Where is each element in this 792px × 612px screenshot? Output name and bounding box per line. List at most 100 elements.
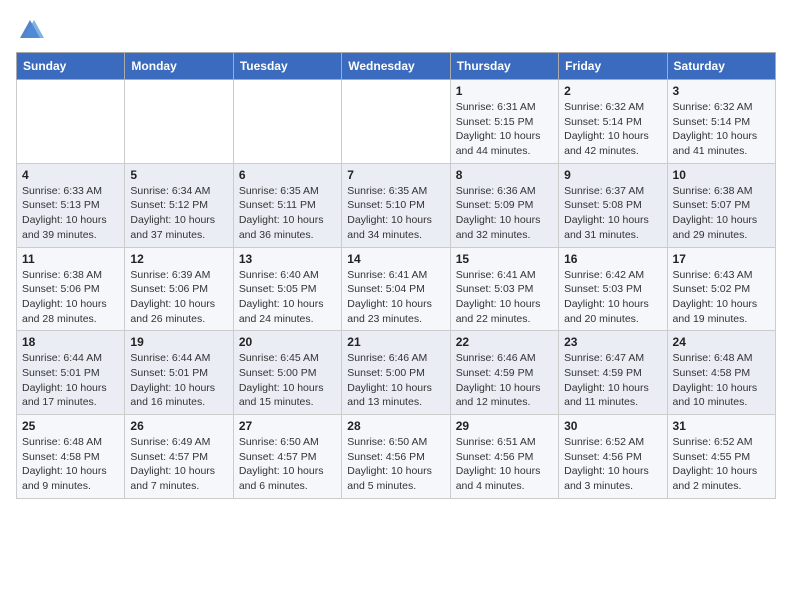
day-header-tuesday: Tuesday bbox=[233, 53, 341, 80]
calendar-cell: 4 Sunrise: 6:33 AM Sunset: 5:13 PM Daylig… bbox=[17, 163, 125, 247]
calendar-cell: 18Sunrise: 6:44 AM Sunset: 5:01 PM Dayli… bbox=[17, 331, 125, 415]
calendar-table: SundayMondayTuesdayWednesdayThursdayFrid… bbox=[16, 52, 776, 499]
day-number: 24 bbox=[673, 335, 770, 349]
calendar-cell: 28 Sunrise: 6:50 AM Sunset: 4:56 PM Dayli… bbox=[342, 415, 450, 499]
calendar-cell: 14Sunrise: 6:41 AM Sunset: 5:04 PM Dayli… bbox=[342, 247, 450, 331]
calendar-cell bbox=[125, 80, 233, 164]
day-info: Sunrise: 6:42 AM Sunset: 5:03 PM Dayligh… bbox=[564, 268, 661, 327]
day-header-thursday: Thursday bbox=[450, 53, 558, 80]
day-header-monday: Monday bbox=[125, 53, 233, 80]
page-header bbox=[16, 16, 776, 44]
day-header-friday: Friday bbox=[559, 53, 667, 80]
calendar-cell: 7 Sunrise: 6:35 AM Sunset: 5:10 PM Daylig… bbox=[342, 163, 450, 247]
day-header-wednesday: Wednesday bbox=[342, 53, 450, 80]
calendar-week-row: 18Sunrise: 6:44 AM Sunset: 5:01 PM Dayli… bbox=[17, 331, 776, 415]
calendar-cell: 9 Sunrise: 6:37 AM Sunset: 5:08 PM Daylig… bbox=[559, 163, 667, 247]
day-number: 2 bbox=[564, 84, 661, 98]
calendar-cell: 27 Sunrise: 6:50 AM Sunset: 4:57 PM Dayli… bbox=[233, 415, 341, 499]
day-number: 28 bbox=[347, 419, 444, 433]
day-number: 12 bbox=[130, 252, 227, 266]
calendar-cell: 29 Sunrise: 6:51 AM Sunset: 4:56 PM Dayli… bbox=[450, 415, 558, 499]
day-info: Sunrise: 6:38 AM Sunset: 5:06 PM Dayligh… bbox=[22, 268, 119, 327]
calendar-week-row: 25 Sunrise: 6:48 AM Sunset: 4:58 PM Dayli… bbox=[17, 415, 776, 499]
day-info: Sunrise: 6:41 AM Sunset: 5:03 PM Dayligh… bbox=[456, 268, 553, 327]
day-info: Sunrise: 6:48 AM Sunset: 4:58 PM Dayligh… bbox=[22, 435, 119, 494]
day-info: Sunrise: 6:51 AM Sunset: 4:56 PM Dayligh… bbox=[456, 435, 553, 494]
day-info: Sunrise: 6:34 AM Sunset: 5:12 PM Dayligh… bbox=[130, 184, 227, 243]
day-info: Sunrise: 6:35 AM Sunset: 5:10 PM Dayligh… bbox=[347, 184, 444, 243]
day-info: Sunrise: 6:32 AM Sunset: 5:14 PM Dayligh… bbox=[673, 100, 770, 159]
calendar-cell: 24Sunrise: 6:48 AM Sunset: 4:58 PM Dayli… bbox=[667, 331, 775, 415]
day-number: 11 bbox=[22, 252, 119, 266]
day-info: Sunrise: 6:44 AM Sunset: 5:01 PM Dayligh… bbox=[22, 351, 119, 410]
day-info: Sunrise: 6:39 AM Sunset: 5:06 PM Dayligh… bbox=[130, 268, 227, 327]
day-number: 23 bbox=[564, 335, 661, 349]
day-info: Sunrise: 6:31 AM Sunset: 5:15 PM Dayligh… bbox=[456, 100, 553, 159]
day-info: Sunrise: 6:35 AM Sunset: 5:11 PM Dayligh… bbox=[239, 184, 336, 243]
calendar-cell: 16Sunrise: 6:42 AM Sunset: 5:03 PM Dayli… bbox=[559, 247, 667, 331]
calendar-cell: 2 Sunrise: 6:32 AM Sunset: 5:14 PM Daylig… bbox=[559, 80, 667, 164]
day-info: Sunrise: 6:49 AM Sunset: 4:57 PM Dayligh… bbox=[130, 435, 227, 494]
day-header-saturday: Saturday bbox=[667, 53, 775, 80]
calendar-cell: 23 Sunrise: 6:47 AM Sunset: 4:59 PM Dayli… bbox=[559, 331, 667, 415]
day-number: 29 bbox=[456, 419, 553, 433]
day-number: 20 bbox=[239, 335, 336, 349]
day-number: 9 bbox=[564, 168, 661, 182]
day-info: Sunrise: 6:46 AM Sunset: 4:59 PM Dayligh… bbox=[456, 351, 553, 410]
day-number: 15 bbox=[456, 252, 553, 266]
day-info: Sunrise: 6:43 AM Sunset: 5:02 PM Dayligh… bbox=[673, 268, 770, 327]
day-info: Sunrise: 6:44 AM Sunset: 5:01 PM Dayligh… bbox=[130, 351, 227, 410]
day-info: Sunrise: 6:32 AM Sunset: 5:14 PM Dayligh… bbox=[564, 100, 661, 159]
day-info: Sunrise: 6:52 AM Sunset: 4:55 PM Dayligh… bbox=[673, 435, 770, 494]
day-info: Sunrise: 6:40 AM Sunset: 5:05 PM Dayligh… bbox=[239, 268, 336, 327]
day-info: Sunrise: 6:50 AM Sunset: 4:56 PM Dayligh… bbox=[347, 435, 444, 494]
calendar-cell: 5Sunrise: 6:34 AM Sunset: 5:12 PM Daylig… bbox=[125, 163, 233, 247]
calendar-week-row: 11 Sunrise: 6:38 AM Sunset: 5:06 PM Dayli… bbox=[17, 247, 776, 331]
calendar-week-row: 1 Sunrise: 6:31 AM Sunset: 5:15 PM Daylig… bbox=[17, 80, 776, 164]
calendar-cell: 13 Sunrise: 6:40 AM Sunset: 5:05 PM Dayli… bbox=[233, 247, 341, 331]
day-info: Sunrise: 6:47 AM Sunset: 4:59 PM Dayligh… bbox=[564, 351, 661, 410]
calendar-cell: 10Sunrise: 6:38 AM Sunset: 5:07 PM Dayli… bbox=[667, 163, 775, 247]
day-info: Sunrise: 6:36 AM Sunset: 5:09 PM Dayligh… bbox=[456, 184, 553, 243]
day-number: 8 bbox=[456, 168, 553, 182]
day-number: 14 bbox=[347, 252, 444, 266]
calendar-cell bbox=[233, 80, 341, 164]
day-info: Sunrise: 6:37 AM Sunset: 5:08 PM Dayligh… bbox=[564, 184, 661, 243]
day-number: 17 bbox=[673, 252, 770, 266]
calendar-body: 1 Sunrise: 6:31 AM Sunset: 5:15 PM Daylig… bbox=[17, 80, 776, 499]
calendar-cell: 22 Sunrise: 6:46 AM Sunset: 4:59 PM Dayli… bbox=[450, 331, 558, 415]
day-number: 19 bbox=[130, 335, 227, 349]
day-info: Sunrise: 6:50 AM Sunset: 4:57 PM Dayligh… bbox=[239, 435, 336, 494]
calendar-cell: 25 Sunrise: 6:48 AM Sunset: 4:58 PM Dayli… bbox=[17, 415, 125, 499]
day-number: 4 bbox=[22, 168, 119, 182]
day-number: 22 bbox=[456, 335, 553, 349]
day-number: 27 bbox=[239, 419, 336, 433]
day-info: Sunrise: 6:38 AM Sunset: 5:07 PM Dayligh… bbox=[673, 184, 770, 243]
day-number: 13 bbox=[239, 252, 336, 266]
day-info: Sunrise: 6:52 AM Sunset: 4:56 PM Dayligh… bbox=[564, 435, 661, 494]
day-info: Sunrise: 6:33 AM Sunset: 5:13 PM Dayligh… bbox=[22, 184, 119, 243]
calendar-cell: 31Sunrise: 6:52 AM Sunset: 4:55 PM Dayli… bbox=[667, 415, 775, 499]
calendar-cell bbox=[342, 80, 450, 164]
calendar-week-row: 4 Sunrise: 6:33 AM Sunset: 5:13 PM Daylig… bbox=[17, 163, 776, 247]
day-number: 6 bbox=[239, 168, 336, 182]
calendar-cell: 26Sunrise: 6:49 AM Sunset: 4:57 PM Dayli… bbox=[125, 415, 233, 499]
calendar-header-row: SundayMondayTuesdayWednesdayThursdayFrid… bbox=[17, 53, 776, 80]
day-number: 7 bbox=[347, 168, 444, 182]
calendar-cell: 1 Sunrise: 6:31 AM Sunset: 5:15 PM Daylig… bbox=[450, 80, 558, 164]
calendar-cell: 19 Sunrise: 6:44 AM Sunset: 5:01 PM Dayli… bbox=[125, 331, 233, 415]
day-number: 1 bbox=[456, 84, 553, 98]
calendar-cell: 12 Sunrise: 6:39 AM Sunset: 5:06 PM Dayli… bbox=[125, 247, 233, 331]
calendar-cell: 8 Sunrise: 6:36 AM Sunset: 5:09 PM Daylig… bbox=[450, 163, 558, 247]
logo bbox=[16, 16, 48, 44]
day-info: Sunrise: 6:46 AM Sunset: 5:00 PM Dayligh… bbox=[347, 351, 444, 410]
day-info: Sunrise: 6:45 AM Sunset: 5:00 PM Dayligh… bbox=[239, 351, 336, 410]
logo-icon bbox=[16, 16, 44, 44]
day-number: 30 bbox=[564, 419, 661, 433]
day-number: 3 bbox=[673, 84, 770, 98]
day-number: 25 bbox=[22, 419, 119, 433]
calendar-cell: 21 Sunrise: 6:46 AM Sunset: 5:00 PM Dayli… bbox=[342, 331, 450, 415]
calendar-cell: 3 Sunrise: 6:32 AM Sunset: 5:14 PM Daylig… bbox=[667, 80, 775, 164]
day-number: 21 bbox=[347, 335, 444, 349]
calendar-cell: 6 Sunrise: 6:35 AM Sunset: 5:11 PM Daylig… bbox=[233, 163, 341, 247]
